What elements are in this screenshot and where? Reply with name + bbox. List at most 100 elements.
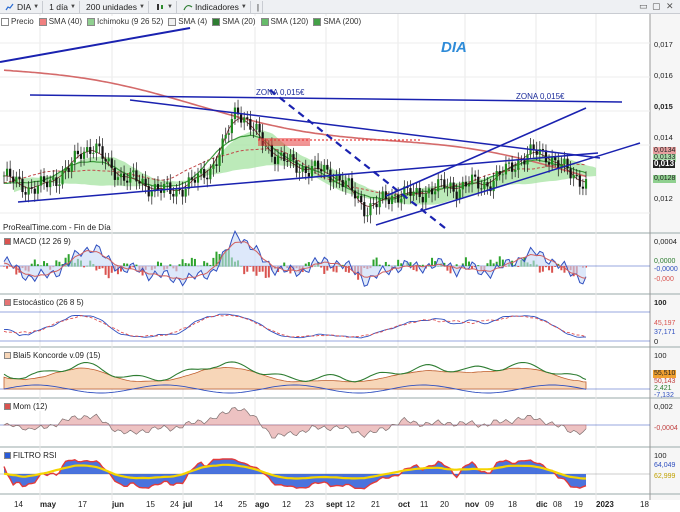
rsi-panel-label[interactable]: FILTRO RSI — [2, 451, 59, 460]
candle-body — [437, 179, 440, 192]
macd-histogram-bar — [243, 266, 246, 275]
mom-label: Mom (12) — [13, 402, 48, 411]
macd-swatch — [4, 238, 11, 245]
macd-histogram-bar — [400, 263, 403, 267]
candle-body — [64, 167, 67, 172]
legend-item[interactable]: SMA (40) — [38, 17, 82, 26]
macd-histogram-bar — [101, 266, 104, 269]
koncorde-swatch — [4, 352, 11, 359]
macd-histogram-bar — [489, 259, 492, 267]
macd-histogram-bar — [492, 263, 495, 267]
candle-body — [15, 176, 18, 183]
legend-item[interactable]: SMA (4) — [168, 17, 207, 26]
candle-body — [144, 178, 147, 187]
legend-label: SMA (120) — [270, 17, 309, 26]
symbol-selector[interactable]: DIA ▼ — [2, 0, 44, 13]
candle-body — [289, 154, 292, 162]
legend-label: Precio — [11, 17, 34, 26]
candle-body — [240, 114, 243, 123]
close-icon[interactable]: ✕ — [666, 1, 674, 12]
candle-body — [316, 160, 320, 170]
mom-panel-label[interactable]: Mom (12) — [2, 402, 50, 411]
candle-body — [578, 175, 581, 187]
legend-item[interactable]: Precio — [1, 17, 34, 26]
macd-histogram-bar — [326, 266, 329, 271]
candle-body — [107, 158, 110, 162]
candle-body — [498, 171, 501, 175]
macd-histogram-bar — [415, 266, 418, 272]
macd-histogram-bar — [347, 266, 350, 273]
candle-body — [9, 168, 12, 177]
macd-panel-label[interactable]: MACD (12 26 9) — [2, 237, 73, 246]
macd-histogram-bar — [544, 266, 547, 268]
maximize-icon[interactable]: ▢ — [652, 1, 661, 12]
candle-body — [58, 184, 61, 187]
koncorde-tag: 55,510 — [653, 370, 677, 378]
candle-body — [424, 193, 427, 203]
candle-body — [184, 188, 187, 197]
time-axis-label: 15 — [146, 500, 155, 509]
legend-item[interactable]: Ichimoku (9 26 52) — [87, 17, 163, 26]
koncorde-tag: -7,132 — [654, 392, 674, 399]
time-axis-label: 20 — [440, 500, 449, 509]
chart-canvas[interactable] — [0, 14, 680, 500]
macd-tick: 0,0004 — [654, 237, 677, 246]
legend-item[interactable]: SMA (200) — [313, 17, 361, 26]
time-axis-label: 21 — [371, 500, 380, 509]
candle-body — [129, 172, 132, 183]
candle-body — [138, 181, 141, 184]
units-selector[interactable]: 200 unidades ▼ — [83, 0, 149, 13]
legend-item[interactable]: SMA (120) — [260, 17, 309, 26]
candle-body — [110, 158, 113, 168]
candle-body — [230, 119, 233, 134]
candle-body — [163, 183, 166, 193]
macd-histogram-bar — [283, 262, 286, 267]
candle-body — [218, 154, 221, 166]
time-axis-label: may — [40, 500, 57, 509]
candle-body — [270, 144, 274, 157]
koncorde-panel-label[interactable]: Blai5 Koncorde v.09 (15) — [2, 351, 103, 360]
interval-selector[interactable]: 1 día ▼ — [46, 0, 80, 13]
macd-histogram-bar — [184, 263, 187, 267]
candle-body — [434, 191, 437, 195]
stoch-panel-label[interactable]: Estocástico (26 8 5) — [2, 298, 86, 307]
stoch-swatch — [4, 299, 11, 306]
candle-body — [320, 169, 323, 172]
candle-body — [76, 150, 80, 155]
indicator-icon — [183, 4, 193, 10]
extra-button[interactable]: | — [254, 0, 264, 13]
mom-swatch — [4, 403, 11, 410]
candle-body — [572, 175, 575, 179]
candle-body — [255, 123, 258, 130]
candle-style-button[interactable]: ▼ — [152, 0, 177, 13]
minimize-icon[interactable]: ▭ — [639, 1, 648, 12]
macd-histogram-bar — [446, 266, 449, 271]
macd-histogram-bar — [46, 263, 49, 267]
candle-body — [89, 147, 92, 154]
candle-body — [366, 215, 369, 217]
rsi-swatch — [4, 452, 11, 459]
legend-swatch — [168, 17, 177, 26]
candle-body — [95, 143, 98, 153]
macd-histogram-bar — [95, 266, 98, 271]
candle-body — [504, 163, 508, 175]
candle-body — [193, 179, 197, 183]
candle-body — [27, 187, 30, 195]
candle-body — [224, 134, 227, 139]
macd-histogram-bar — [160, 262, 163, 267]
candle-body — [206, 177, 209, 180]
macd-label: MACD (12 26 9) — [13, 237, 71, 246]
legend-item[interactable]: SMA (20) — [212, 17, 256, 26]
resistance-box — [258, 138, 310, 146]
candle-body — [313, 160, 317, 166]
candle-body — [566, 158, 569, 169]
candle-body — [172, 193, 175, 197]
time-axis-label: 08 — [553, 500, 562, 509]
candle-body — [360, 195, 363, 203]
chart-ticker-watermark: DIA — [441, 39, 467, 56]
macd-histogram-bar — [15, 266, 18, 275]
indicators-button[interactable]: Indicadores ▼ — [180, 0, 251, 13]
macd-histogram-bar — [397, 259, 400, 267]
candle-body — [372, 203, 375, 205]
candle-body — [116, 177, 120, 180]
